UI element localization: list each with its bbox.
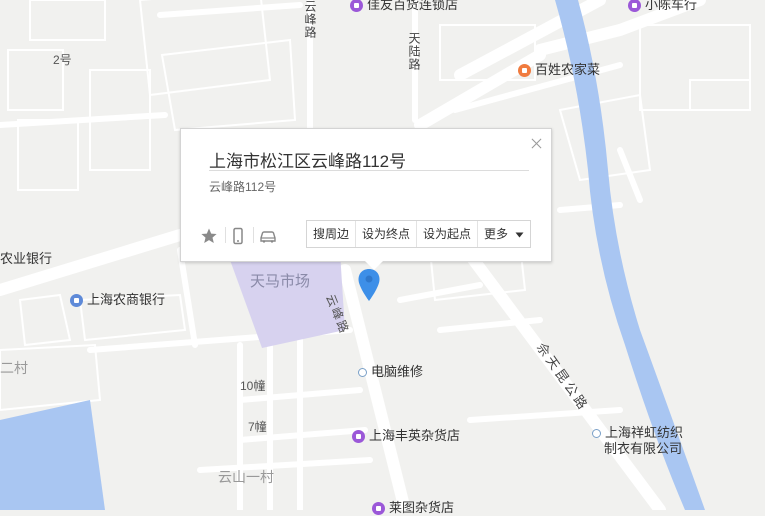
poi-xianghong-label-2: 制衣有限公司 — [604, 441, 683, 456]
car-icon[interactable] — [259, 227, 277, 245]
set-origin-button[interactable]: 设为起点 — [417, 221, 479, 247]
poi-jiayou-label: 佳友百货连锁店 — [367, 0, 459, 12]
caret-down-icon — [515, 232, 524, 238]
poi-diannao-label: 电脑维修 — [371, 364, 424, 379]
search-nearby-button[interactable]: 搜周边 — [307, 221, 357, 247]
close-icon[interactable] — [530, 137, 543, 150]
cun2-label: 二村 — [0, 360, 28, 376]
poi-bottom-shop-label: 莱图杂货店 — [389, 500, 455, 515]
poi-baixing-label: 百姓农家菜 — [535, 62, 601, 77]
restaurant-icon — [518, 63, 531, 77]
building-10-label: 10幢 — [240, 379, 266, 393]
shop-icon — [372, 501, 385, 515]
poi-sh-rural-bank-label: 上海农商银行 — [87, 292, 166, 307]
poi-bottom-shop[interactable]: 莱图杂货店 — [372, 500, 454, 516]
poi-fengying-label: 上海丰英杂货店 — [369, 428, 461, 443]
shop-icon — [352, 429, 365, 443]
poi-diannao[interactable]: 电脑维修 — [358, 364, 423, 380]
popup-divider — [209, 170, 529, 171]
poi-xianghong-label-1: 上海祥虹纺织 — [605, 425, 684, 440]
popup-title: 上海市松江区云峰路112号 — [209, 152, 407, 171]
shop-icon — [350, 0, 363, 12]
poi-baixing[interactable]: 百姓农家菜 — [518, 62, 600, 78]
more-button[interactable]: 更多 — [478, 221, 530, 247]
shop-icon — [628, 0, 641, 12]
yunfeng-road-top-label: 云峰路 — [303, 0, 317, 39]
bank-icon — [70, 293, 83, 307]
agri-bank-label[interactable]: 农业银行 — [0, 251, 52, 267]
poi-jiayou[interactable]: 佳友百货连锁店 — [350, 0, 458, 13]
phone-icon[interactable] — [229, 227, 247, 245]
poi-sh-rural-bank[interactable]: 上海农商银行 — [70, 292, 165, 308]
info-popup: 上海市松江区云峰路112号 云峰路112号 搜周边 设为终点 设为起点 更多 — [180, 128, 552, 270]
poi-xiaochen-label: 小陈车行 — [645, 0, 698, 12]
building-2-label: 2号 — [53, 53, 72, 67]
tianma-market-label[interactable]: 天马市场 — [250, 274, 310, 290]
yunshan-village-label: 云山一村 — [218, 469, 274, 485]
tianlu-road-label: 天陆路 — [407, 32, 421, 71]
poi-dot-icon — [358, 367, 367, 377]
poi-fengying[interactable]: 上海丰英杂货店 — [352, 428, 460, 444]
star-icon[interactable] — [200, 227, 218, 245]
poi-dot-icon — [592, 428, 601, 438]
poi-xiaochen[interactable]: 小陈车行 — [628, 0, 697, 13]
tool-separator — [225, 227, 226, 243]
popup-address: 云峰路112号 — [209, 180, 277, 194]
tool-separator — [253, 227, 254, 243]
building-7-label: 7幢 — [248, 420, 267, 434]
set-destination-button[interactable]: 设为终点 — [356, 221, 418, 247]
more-label: 更多 — [484, 227, 509, 241]
location-marker-icon[interactable] — [357, 268, 381, 302]
poi-xianghong[interactable]: 上海祥虹纺织 — [592, 425, 683, 441]
popup-action-group: 搜周边 设为终点 设为起点 更多 — [306, 220, 532, 248]
